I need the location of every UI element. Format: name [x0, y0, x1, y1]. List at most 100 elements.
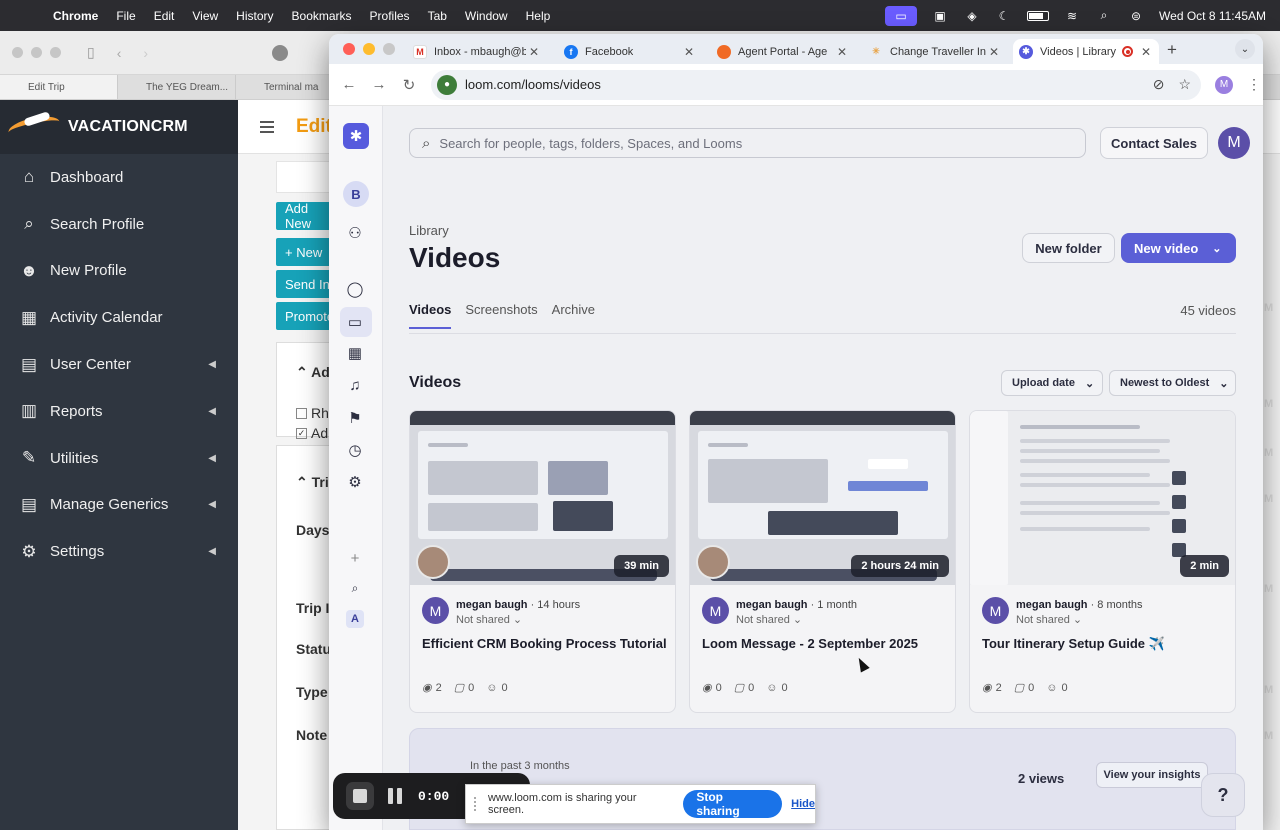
view-insights-button[interactable]: View your insights [1096, 762, 1208, 788]
checkbox-rh[interactable]: Rh [296, 405, 329, 421]
stop-sharing-button[interactable]: Stop sharing [683, 790, 783, 818]
hamburger-menu-icon[interactable] [260, 120, 274, 133]
menu-file[interactable]: File [107, 9, 144, 23]
nav-user-center[interactable]: ▤ User Center ◀ [0, 341, 238, 388]
address-bar[interactable]: ● loom.com/looms/videos ⊘ ☆ [431, 69, 1201, 100]
video-title[interactable]: Loom Message - 2 September 2025 [702, 636, 918, 651]
sort-order-dropdown[interactable]: Newest to Oldest ⌄ [1109, 370, 1236, 396]
bookmark-icon[interactable]: ⚑ [344, 407, 366, 429]
checkbox-ad[interactable]: ✓ Ad [296, 425, 328, 441]
library-icon[interactable]: ▭ [344, 311, 366, 333]
tab-videos[interactable]: Videos [409, 302, 452, 329]
drag-handle-icon[interactable] [474, 797, 480, 811]
tab-gmail-inbox[interactable]: M Inbox - mbaugh@b ✕ [407, 39, 547, 64]
spotlight-search-icon[interactable]: ⌕ [1095, 8, 1113, 23]
tab-search-chevron-icon[interactable]: ⌄ [1235, 39, 1255, 59]
video-thumbnail[interactable]: 39 min [410, 411, 675, 585]
tab-loom-videos[interactable]: ✱ Videos | Library ✕ [1013, 39, 1159, 64]
bg-close-dot[interactable] [12, 47, 23, 58]
menu-edit[interactable]: Edit [145, 9, 184, 23]
tab-change-traveller[interactable]: ✳ Change Traveller In ✕ [863, 39, 1007, 64]
video-card[interactable]: 2 min M megan baugh · 8 months Not share… [969, 410, 1236, 713]
space-a-badge[interactable]: A [346, 610, 364, 628]
gear-icon[interactable]: ⚙ [344, 471, 366, 493]
screen-share-status-icon[interactable]: ▭ [885, 5, 918, 26]
video-card[interactable]: 2 hours 24 min M megan baugh · 1 month N… [689, 410, 956, 713]
moon-icon[interactable]: ☾ [995, 9, 1013, 23]
breadcrumb[interactable]: Library [409, 223, 449, 238]
sort-field-dropdown[interactable]: Upload date ⌄ [1001, 370, 1103, 396]
nav-utilities[interactable]: ✎ Utilities ◀ [0, 435, 238, 482]
share-status-dropdown[interactable]: Not shared ⌄ [736, 613, 802, 626]
stop-recording-button[interactable] [346, 782, 374, 810]
bg-tab-yeg[interactable]: The YEG Dream... [118, 75, 236, 99]
vacationcrm-logo[interactable]: VACATIONCRM [0, 100, 238, 154]
tab-facebook[interactable]: f Facebook ✕ [558, 39, 702, 64]
sidebar-toggle-icon[interactable]: ▯ [87, 44, 95, 61]
menu-bookmarks[interactable]: Bookmarks [283, 9, 361, 23]
nav-manage-generics[interactable]: ▤ Manage Generics ◀ [0, 482, 238, 529]
url-text[interactable]: loom.com/looms/videos [465, 77, 601, 92]
back-arrow-icon[interactable]: ← [341, 76, 357, 93]
video-title[interactable]: Efficient CRM Booking Process Tutorial [422, 636, 667, 651]
nav-search-profile[interactable]: ⌕ Search Profile [0, 201, 238, 248]
clock-icon[interactable]: ◷ [344, 439, 366, 461]
tab-close-icon[interactable]: ✕ [989, 45, 999, 59]
nav-activity-calendar[interactable]: ▦ Activity Calendar [0, 294, 238, 341]
calendar-icon[interactable]: ▦ [344, 342, 366, 364]
menu-profiles[interactable]: Profiles [361, 9, 419, 23]
nav-settings[interactable]: ⚙ Settings ◀ [0, 528, 238, 575]
bookmark-star-icon[interactable]: ☆ [1178, 76, 1191, 93]
video-title[interactable]: Tour Itinerary Setup Guide ✈️ [982, 636, 1165, 652]
bg-tab-edit-trip[interactable]: Edit Trip [0, 75, 118, 99]
tab-close-icon[interactable]: ✕ [684, 45, 694, 59]
profile-icon[interactable]: ◯ [344, 278, 366, 300]
video-thumbnail[interactable]: 2 min [970, 411, 1235, 585]
forward-arrow-icon[interactable]: → [371, 76, 387, 93]
menu-tab[interactable]: Tab [419, 9, 456, 23]
help-button[interactable]: ? [1201, 773, 1245, 817]
tab-close-icon[interactable]: ✕ [837, 45, 847, 59]
bg-minimize-dot[interactable] [31, 47, 42, 58]
share-status-dropdown[interactable]: Not shared ⌄ [1016, 613, 1082, 626]
loom-logo-icon[interactable]: ✱ [343, 123, 369, 149]
forward-icon[interactable]: › [143, 45, 148, 61]
nav-reports[interactable]: ▥ Reports ◀ [0, 388, 238, 435]
chrome-profile-avatar[interactable]: M [1215, 75, 1233, 94]
bg-zoom-dot[interactable] [50, 47, 61, 58]
camera-blocked-icon[interactable]: ⊘ [1153, 76, 1165, 93]
video-card[interactable]: 39 min M megan baugh · 14 hours Not shar… [409, 410, 676, 713]
new-tab-button[interactable]: + [1167, 40, 1177, 60]
contact-sales-button[interactable]: Contact Sales [1100, 127, 1208, 159]
user-avatar[interactable]: M [1218, 127, 1250, 159]
password-check-icon[interactable] [272, 44, 289, 61]
tab-agent-portal[interactable]: Agent Portal - Age ✕ [711, 39, 855, 64]
nav-dashboard[interactable]: ⌂ Dashboard [0, 154, 238, 201]
battery-icon[interactable] [1027, 10, 1050, 21]
nav-new-profile[interactable]: ☻ New Profile [0, 248, 238, 295]
new-folder-button[interactable]: New folder [1022, 233, 1115, 263]
new-button[interactable]: + New [276, 238, 336, 266]
tab-close-icon[interactable]: ✕ [529, 45, 539, 59]
workspace-switcher[interactable]: B [343, 181, 369, 207]
menu-chrome[interactable]: Chrome [44, 9, 107, 23]
add-space-icon[interactable]: + [344, 547, 366, 569]
video-thumbnail[interactable]: 2 hours 24 min [690, 411, 955, 585]
loom-search-input[interactable]: ⌕ Search for people, tags, folders, Spac… [409, 128, 1086, 158]
panel-addons-title[interactable]: ⌃ Ad [296, 364, 330, 381]
hide-sharing-bar-link[interactable]: Hide [791, 798, 815, 810]
zoom-window-button[interactable] [383, 43, 395, 55]
control-center-icon[interactable]: ⊜ [1127, 9, 1145, 23]
tab-close-icon[interactable]: ✕ [1141, 45, 1151, 59]
tab-screenshots[interactable]: Screenshots [465, 302, 537, 329]
new-video-button[interactable]: New video ⌄ [1121, 233, 1236, 263]
panel-trip-title[interactable]: ⌃ Tri [296, 474, 329, 491]
bell-icon[interactable]: ♫ [344, 374, 366, 396]
add-new-button[interactable]: Add New [276, 201, 336, 231]
site-info-icon[interactable]: ● [437, 74, 457, 95]
share-status-dropdown[interactable]: Not shared ⌄ [456, 613, 522, 626]
send-invoice-button[interactable]: Send In [276, 270, 336, 298]
back-icon[interactable]: ‹ [117, 45, 122, 61]
pause-recording-button[interactable] [388, 788, 404, 804]
menubar-clock[interactable]: Wed Oct 8 11:45AM [1159, 9, 1266, 23]
